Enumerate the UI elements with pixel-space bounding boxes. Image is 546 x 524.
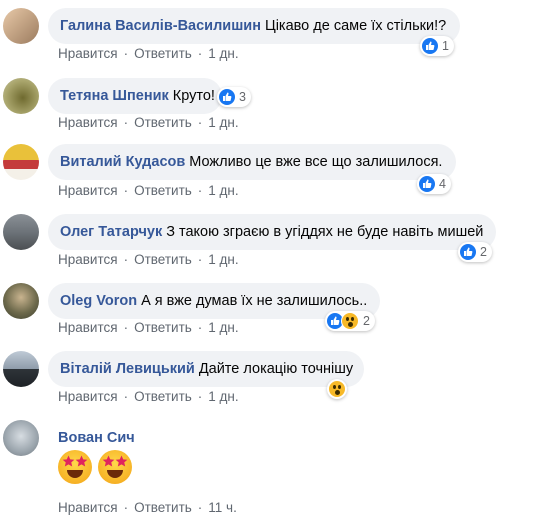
wow-icon: [341, 312, 359, 330]
wow-icon: [329, 381, 345, 397]
like-link[interactable]: Нравится: [58, 46, 118, 61]
comment-actions: Нравится · Ответить · 11 ч.: [58, 500, 237, 515]
comment-actions: Нравится · Ответить · 1 дн.: [58, 389, 239, 404]
like-link[interactable]: Нравится: [58, 389, 118, 404]
comment-bubble: Галина Василів-Василишин Цікаво де саме ї…: [48, 8, 460, 44]
avatar[interactable]: [3, 144, 39, 180]
avatar[interactable]: [3, 78, 39, 114]
reply-link[interactable]: Ответить: [134, 389, 192, 404]
comment-bubble: Олег Татарчук З такою зграєю в угіддях не…: [48, 214, 496, 250]
timestamp[interactable]: 1 дн.: [208, 320, 238, 335]
comment-author[interactable]: Галина Василів-Василишин: [60, 18, 261, 34]
reaction-summary[interactable]: 2: [325, 311, 375, 331]
timestamp[interactable]: 1 дн.: [208, 46, 238, 61]
comment-text: Цікаво де саме їх стільки!?: [264, 18, 447, 34]
like-icon: [419, 176, 435, 192]
reaction-count: 2: [480, 245, 487, 259]
avatar[interactable]: [3, 420, 39, 456]
like-icon: [422, 38, 438, 54]
comment-actions: Нравится · Ответить · 1 дн.: [58, 183, 239, 198]
avatar[interactable]: [3, 351, 39, 387]
comment-author[interactable]: Тетяна Шпеник: [60, 88, 169, 104]
reply-link[interactable]: Ответить: [134, 183, 192, 198]
timestamp[interactable]: 11 ч.: [208, 500, 237, 515]
comment-text: Дайте локацію точнішу: [198, 361, 354, 377]
like-icon: [219, 89, 235, 105]
reaction-summary[interactable]: 4: [417, 174, 451, 194]
comment-text: Можливо це вже все що залишилося.: [189, 154, 443, 170]
timestamp[interactable]: 1 дн.: [208, 389, 238, 404]
reaction-summary[interactable]: [327, 379, 347, 399]
like-link[interactable]: Нравится: [58, 500, 118, 515]
comment-text: З такою зграєю в угіддях не буде навіть …: [166, 224, 484, 240]
comment-actions: Нравится · Ответить · 1 дн.: [58, 46, 239, 61]
like-link[interactable]: Нравится: [58, 252, 118, 267]
reaction-summary[interactable]: 3: [217, 87, 251, 107]
comment-author[interactable]: Віталій Левицький: [60, 361, 195, 377]
comment-text: А я вже думав їх не залишилось..: [141, 293, 368, 309]
like-icon: [460, 244, 476, 260]
emoji-message: [58, 450, 132, 484]
reaction-count: 2: [363, 314, 370, 328]
timestamp[interactable]: 1 дн.: [208, 115, 238, 130]
like-link[interactable]: Нравится: [58, 183, 118, 198]
star-struck-emoji: [58, 450, 92, 484]
avatar[interactable]: [3, 8, 39, 44]
reaction-count: 3: [239, 90, 246, 104]
reaction-count: 1: [442, 39, 449, 53]
star-struck-emoji: [98, 450, 132, 484]
like-link[interactable]: Нравится: [58, 115, 118, 130]
comment-bubble: Тетяна Шпеник Круто!: [48, 78, 222, 114]
comment-author[interactable]: Oleg Voron: [60, 293, 137, 309]
comment-bubble: Віталій Левицький Дайте локацію точнішу: [48, 351, 364, 387]
reply-link[interactable]: Ответить: [134, 500, 192, 515]
reaction-count: 4: [439, 177, 446, 191]
comment-author[interactable]: Вован Сич: [58, 430, 135, 446]
comment-actions: Нравится · Ответить · 1 дн.: [58, 115, 239, 130]
like-link[interactable]: Нравится: [58, 320, 118, 335]
reply-link[interactable]: Ответить: [134, 320, 192, 335]
reply-link[interactable]: Ответить: [134, 252, 192, 267]
reaction-summary[interactable]: 1: [420, 36, 454, 56]
comment-author[interactable]: Виталий Кудасов: [60, 154, 185, 170]
timestamp[interactable]: 1 дн.: [208, 183, 238, 198]
comment-bubble: Виталий Кудасов Можливо це вже все що зал…: [48, 144, 456, 180]
reply-link[interactable]: Ответить: [134, 115, 192, 130]
comment-text: Круто!: [172, 88, 215, 104]
comment-actions: Нравится · Ответить · 1 дн.: [58, 320, 239, 335]
comment-author[interactable]: Олег Татарчук: [60, 224, 162, 240]
avatar[interactable]: [3, 283, 39, 319]
avatar[interactable]: [3, 214, 39, 250]
reply-link[interactable]: Ответить: [134, 46, 192, 61]
comment-actions: Нравится · Ответить · 1 дн.: [58, 252, 239, 267]
reaction-summary[interactable]: 2: [458, 242, 492, 262]
timestamp[interactable]: 1 дн.: [208, 252, 238, 267]
